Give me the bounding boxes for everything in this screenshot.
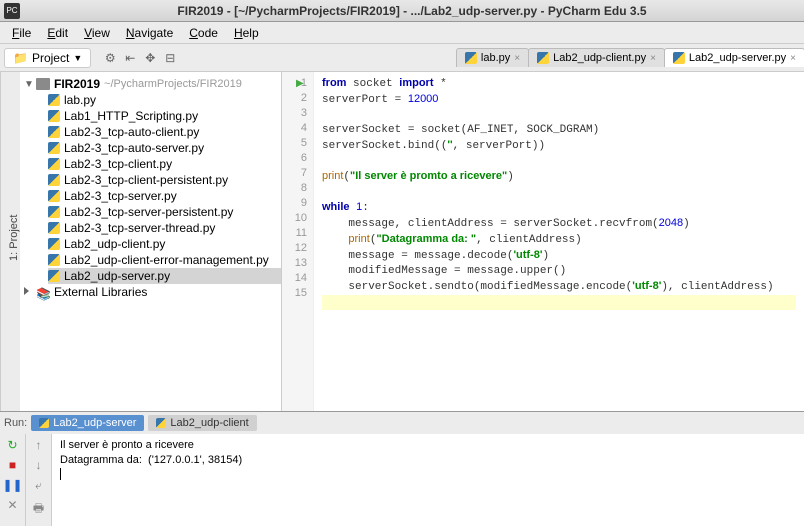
print-icon[interactable]: 🖶 (33, 499, 44, 520)
toolbar: 📁 Project ▼ ⚙ ⇤ ✥ ⊟ lab.py× Lab2_udp-cli… (0, 44, 804, 72)
python-icon (39, 418, 49, 428)
folder-icon: 📁 (13, 51, 28, 65)
editor[interactable]: ▶ 123456789101112131415 from socket impo… (282, 72, 804, 411)
run-marker-icon[interactable]: ▶ (296, 76, 304, 91)
pause-icon[interactable]: ❚❚ (2, 478, 22, 492)
collapse-icon[interactable]: ⇤ (121, 49, 139, 67)
expand-icon[interactable]: ✥ (141, 49, 159, 67)
chevron-right-icon[interactable] (24, 287, 36, 298)
file-item[interactable]: Lab2-3_tcp-server-thread.py (48, 220, 281, 236)
close-icon[interactable]: ✕ (7, 498, 17, 512)
python-icon (48, 142, 60, 154)
file-item-selected[interactable]: Lab2_udp-server.py (48, 268, 281, 284)
python-icon (156, 418, 166, 428)
project-side-tab[interactable]: 1: Project (0, 72, 20, 411)
menu-code[interactable]: Code (181, 26, 226, 40)
gutter: ▶ 123456789101112131415 (282, 72, 314, 411)
window-title: FIR2019 - [~/PycharmProjects/FIR2019] - … (24, 4, 800, 18)
project-tree: ▼ FIR2019 ~/PycharmProjects/FIR2019 lab.… (20, 72, 281, 304)
close-icon[interactable]: × (514, 53, 520, 64)
file-item[interactable]: Lab2-3_tcp-client.py (48, 156, 281, 172)
tab-udp-client[interactable]: Lab2_udp-client.py× (528, 48, 665, 67)
close-icon[interactable]: × (790, 53, 796, 64)
gear-icon[interactable]: ⚙ (101, 49, 119, 67)
up-icon[interactable]: ↑ (36, 438, 42, 452)
python-icon (48, 190, 60, 202)
python-icon (673, 52, 685, 64)
down-icon[interactable]: ↓ (36, 458, 42, 472)
folder-icon (36, 78, 50, 90)
wrap-icon[interactable]: ⤶ (35, 478, 42, 493)
code-area[interactable]: from socket import * serverPort = 12000 … (314, 72, 804, 411)
run-controls-right: ↑ ↓ ⤶ 🖶 (26, 434, 52, 526)
run-controls-left: ↻ ■ ❚❚ ✕ (0, 434, 26, 526)
file-item[interactable]: Lab2-3_tcp-server-persistent.py (48, 204, 281, 220)
chevron-down-icon: ▼ (73, 53, 82, 63)
menu-bar: File Edit View Navigate Code Help (0, 22, 804, 44)
close-icon[interactable]: × (650, 53, 656, 64)
project-panel: ▼ FIR2019 ~/PycharmProjects/FIR2019 lab.… (20, 72, 282, 411)
python-icon (48, 254, 60, 266)
chevron-down-icon[interactable]: ▼ (24, 79, 36, 90)
file-item[interactable]: lab.py (48, 92, 281, 108)
run-tab-server[interactable]: Lab2_udp-server (31, 415, 144, 431)
file-item[interactable]: Lab1_HTTP_Scripting.py (48, 108, 281, 124)
python-icon (48, 94, 60, 106)
hide-icon[interactable]: ⊟ (161, 49, 179, 67)
file-item[interactable]: Lab2-3_tcp-client-persistent.py (48, 172, 281, 188)
library-icon: 📚 (36, 287, 50, 297)
tab-udp-server[interactable]: Lab2_udp-server.py× (664, 48, 804, 67)
project-tool-button[interactable]: 📁 Project ▼ (4, 48, 91, 68)
python-icon (48, 222, 60, 234)
menu-help[interactable]: Help (226, 26, 267, 40)
file-item[interactable]: Lab2-3_tcp-auto-client.py (48, 124, 281, 140)
python-icon (48, 126, 60, 138)
python-icon (48, 238, 60, 250)
run-panel: Run: Lab2_udp-server Lab2_udp-client ↻ ■… (0, 411, 804, 526)
python-icon (48, 110, 60, 122)
external-libs-label: External Libraries (54, 285, 147, 299)
tab-lab[interactable]: lab.py× (456, 48, 529, 67)
file-item[interactable]: Lab2_udp-client-error-management.py (48, 252, 281, 268)
project-tool-label: Project (32, 51, 69, 65)
editor-tabs: lab.py× Lab2_udp-client.py× Lab2_udp-ser… (446, 48, 804, 67)
cursor (60, 468, 61, 480)
file-item[interactable]: Lab2-3_tcp-auto-server.py (48, 140, 281, 156)
menu-file[interactable]: File (4, 26, 39, 40)
python-icon (537, 52, 549, 64)
menu-navigate[interactable]: Navigate (118, 26, 181, 40)
tree-root-label: FIR2019 (54, 77, 100, 91)
run-tab-client[interactable]: Lab2_udp-client (148, 415, 256, 431)
run-label: Run: (4, 417, 27, 429)
python-icon (465, 52, 477, 64)
python-icon (48, 206, 60, 218)
run-header: Run: Lab2_udp-server Lab2_udp-client (0, 412, 804, 434)
file-item[interactable]: Lab2-3_tcp-server.py (48, 188, 281, 204)
python-icon (48, 270, 60, 282)
title-bar: PC FIR2019 - [~/PycharmProjects/FIR2019]… (0, 0, 804, 22)
python-icon (48, 174, 60, 186)
main-area: 1: Project ▼ FIR2019 ~/PycharmProjects/F… (0, 72, 804, 411)
run-body: ↻ ■ ❚❚ ✕ ↑ ↓ ⤶ 🖶 Il server è pronto a ri… (0, 434, 804, 526)
tree-root[interactable]: ▼ FIR2019 ~/PycharmProjects/FIR2019 (20, 76, 281, 92)
python-icon (48, 158, 60, 170)
tree-root-path: ~/PycharmProjects/FIR2019 (104, 78, 242, 90)
console-output[interactable]: Il server è pronto a ricevere Datagramma… (52, 434, 804, 526)
menu-edit[interactable]: Edit (39, 26, 76, 40)
tree-external-libs[interactable]: 📚 External Libraries (20, 284, 281, 300)
project-toolbar-icons: ⚙ ⇤ ✥ ⊟ (95, 49, 185, 67)
menu-view[interactable]: View (76, 26, 118, 40)
rerun-icon[interactable]: ↻ (7, 438, 17, 452)
app-icon: PC (4, 3, 20, 19)
stop-icon[interactable]: ■ (9, 458, 16, 472)
file-item[interactable]: Lab2_udp-client.py (48, 236, 281, 252)
